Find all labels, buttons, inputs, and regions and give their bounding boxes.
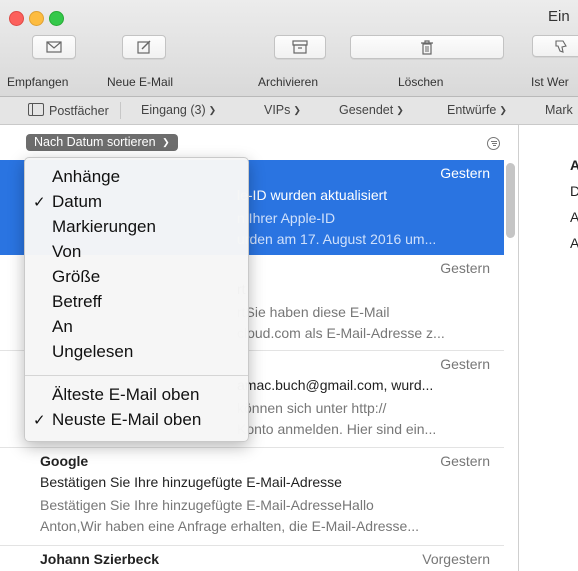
drafts-label: Entwürfe (447, 103, 497, 117)
delete-label: Löschen (398, 75, 444, 89)
message-preview-line: Anton,Wir haben eine Anfrage erhalten, d… (40, 518, 419, 534)
message-date: Gestern (440, 453, 490, 469)
minimize-window-button[interactable] (29, 11, 44, 26)
sent-label: Gesendet (339, 103, 394, 117)
window-title: Ein (548, 8, 570, 25)
favorite-inbox[interactable]: Eingang (3) ❯ (141, 103, 216, 117)
message-sender: Google (40, 453, 89, 469)
favorites-divider (120, 102, 121, 119)
menu-item-subject[interactable]: Betreff (52, 292, 102, 312)
junk-button[interactable] (532, 35, 578, 57)
message-preview: n Ihrer Apple-ID urden am 17. August 201… (237, 208, 436, 250)
preview-header-line: D (570, 183, 578, 199)
trash-icon (421, 40, 433, 55)
sort-label: Nach Datum sortieren (34, 135, 156, 149)
checkmark-icon: ✓ (33, 412, 46, 429)
menu-item-to[interactable]: An (52, 317, 73, 337)
sort-bar: Nach Datum sortieren ❯ (0, 125, 518, 159)
message-preview-line: rtSie haben diese E-Mail (237, 304, 390, 320)
preview-header-line: A (570, 157, 578, 173)
menu-item-size[interactable]: Größe (52, 267, 100, 287)
archive-button[interactable] (274, 35, 326, 59)
inbox-label: Eingang (3) (141, 103, 206, 117)
sort-menu: Anhänge ✓ Datum Markierungen Von Größe B… (24, 157, 249, 442)
message-preview: können sich unter http:// Konto anmelden… (237, 398, 436, 440)
archive-icon (292, 40, 308, 54)
get-mail-button[interactable] (32, 35, 76, 59)
close-window-button[interactable] (9, 11, 24, 26)
favorite-drafts[interactable]: Entwürfe ❯ (447, 103, 507, 117)
vips-label: VIPs (264, 103, 291, 117)
menu-item-flags[interactable]: Markierungen (52, 217, 156, 237)
archive-label: Archivieren (258, 75, 319, 89)
preview-header-line: A (570, 235, 578, 251)
message-date: Gestern (440, 165, 490, 181)
delete-button[interactable] (350, 35, 504, 59)
menu-item-date[interactable]: Datum (52, 192, 102, 212)
mailboxes-toggle[interactable]: Postfächer (28, 103, 109, 118)
sidebar-icon (28, 103, 44, 116)
favorite-sent[interactable]: Gesendet ❯ (339, 103, 404, 117)
zoom-window-button[interactable] (49, 11, 64, 26)
compose-icon (137, 40, 151, 54)
message-preview-line: Konto anmelden. Hier sind ein... (237, 421, 437, 437)
message-preview-line: können sich unter http:// (237, 400, 387, 416)
message-subject: le-ID wurden aktualisiert (237, 187, 388, 203)
message-date: Gestern (440, 260, 490, 276)
preview-header-line: A (570, 209, 578, 225)
message-preview-line: n Ihrer Apple-ID (237, 210, 336, 226)
message-sender: Johann Szierbeck (40, 551, 160, 567)
message-preview-pane: A D A A (519, 125, 578, 571)
new-mail-button[interactable] (122, 35, 166, 59)
more-label: Mark (545, 103, 573, 117)
message-preview-line: urden am 17. August 2016 um... (237, 231, 437, 247)
chevron-down-icon: ❯ (293, 105, 301, 115)
list-scrollbar[interactable] (506, 163, 515, 238)
menu-item-oldest-first[interactable]: Älteste E-Mail oben (52, 385, 199, 405)
message-date: Vorgestern (422, 551, 490, 567)
message-preview-line: cloud.com als E-Mail-Adresse z... (237, 325, 445, 341)
new-mail-label: Neue E-Mail (107, 75, 174, 89)
favorites-bar: Postfächer Eingang (3) ❯ VIPs ❯ Gesendet ❯ … (0, 97, 578, 125)
chevron-down-icon: ❯ (162, 137, 170, 147)
menu-item-from[interactable]: Von (52, 242, 81, 262)
junk-label: Ist Wer (531, 75, 569, 89)
message-row[interactable]: Johann Szierbeck Vorgestern (0, 546, 504, 571)
message-preview-line: Bestätigen Sie Ihre hinzugefügte E-Mail-… (40, 497, 374, 513)
envelope-icon (46, 41, 62, 53)
favorite-more[interactable]: Mark (545, 103, 573, 117)
get-mail-label: Empfangen (7, 75, 69, 89)
menu-item-newest-first[interactable]: Neuste E-Mail oben (52, 410, 201, 430)
mailboxes-label: Postfächer (49, 104, 109, 118)
chevron-down-icon: ❯ (208, 105, 217, 115)
message-date: Gestern (440, 356, 490, 372)
message-row[interactable]: Google Gestern Bestätigen Sie Ihre hinzu… (0, 448, 504, 546)
favorite-vips[interactable]: VIPs ❯ (264, 103, 301, 117)
menu-separator (25, 375, 248, 376)
chevron-down-icon: ❯ (396, 105, 404, 115)
sort-button[interactable]: Nach Datum sortieren ❯ (26, 134, 178, 151)
menu-item-unread[interactable]: Ungelesen (52, 342, 133, 362)
menu-item-attachments[interactable]: Anhänge (52, 167, 120, 187)
message-subject: Bestätigen Sie Ihre hinzugefügte E-Mail-… (40, 474, 342, 490)
message-subject: amac.buch@gmail.com, wurd... (237, 377, 434, 393)
filter-icon[interactable] (487, 137, 500, 150)
checkmark-icon: ✓ (33, 194, 46, 211)
window-toolbar: Ein Empfangen Neue E-Mail Archivieren Lö… (0, 0, 578, 97)
chevron-down-icon: ❯ (499, 105, 507, 115)
message-preview: rtSie haben diese E-Mail cloud.com als E… (237, 302, 445, 344)
thumbs-down-icon (555, 40, 567, 53)
message-preview: Bestätigen Sie Ihre hinzugefügte E-Mail-… (40, 495, 419, 537)
